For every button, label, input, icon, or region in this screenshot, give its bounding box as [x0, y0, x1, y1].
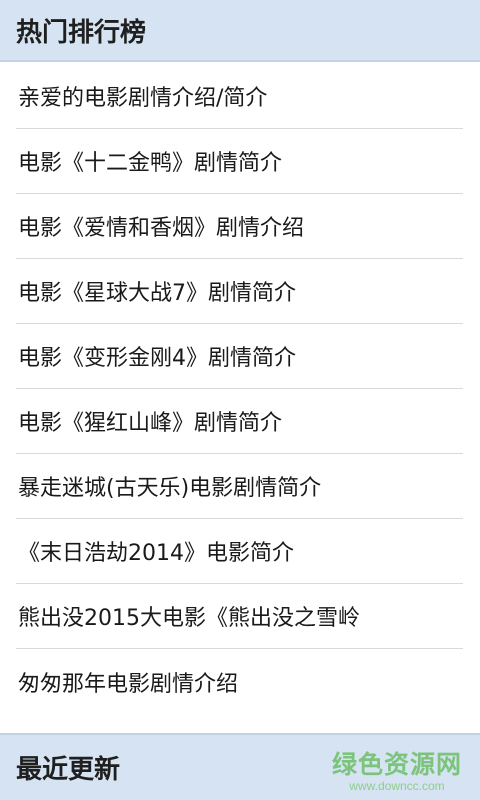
list-item[interactable]: 电影《十二金鸭》剧情简介 [16, 129, 463, 194]
list-item[interactable]: 电影《爱情和香烟》剧情介绍 [16, 194, 463, 259]
list-item[interactable]: 电影《星球大战7》剧情简介 [16, 259, 463, 324]
screen: 热门排行榜 亲爱的电影剧情介绍/简介 电影《十二金鸭》剧情简介 电影《爱情和香烟… [0, 0, 480, 800]
list-item[interactable]: 电影《变形金刚4》剧情简介 [16, 324, 463, 389]
list-item[interactable]: 亲爱的电影剧情介绍/简介 [16, 64, 463, 129]
list-item[interactable]: 电影《猩红山峰》剧情简介 [16, 389, 463, 454]
list-item[interactable]: 《末日浩劫2014》电影简介 [16, 519, 463, 584]
hot-ranking-header: 热门排行榜 [0, 0, 480, 62]
watermark-logo: 绿色资源网 www.downcc.com [332, 752, 462, 792]
hot-ranking-list: 亲爱的电影剧情介绍/简介 电影《十二金鸭》剧情简介 电影《爱情和香烟》剧情介绍 … [0, 64, 480, 714]
watermark-title: 绿色资源网 [331, 750, 462, 779]
recent-updates-title: 最近更新 [16, 755, 121, 785]
hot-ranking-title: 热门排行榜 [16, 17, 147, 48]
list-item[interactable]: 暴走迷城(古天乐)电影剧情简介 [16, 454, 463, 519]
watermark-url: www.downcc.com [349, 779, 445, 793]
list-item[interactable]: 匆匆那年电影剧情介绍 [16, 649, 463, 714]
list-item[interactable]: 熊出没2015大电影《熊出没之雪岭 [16, 584, 463, 649]
